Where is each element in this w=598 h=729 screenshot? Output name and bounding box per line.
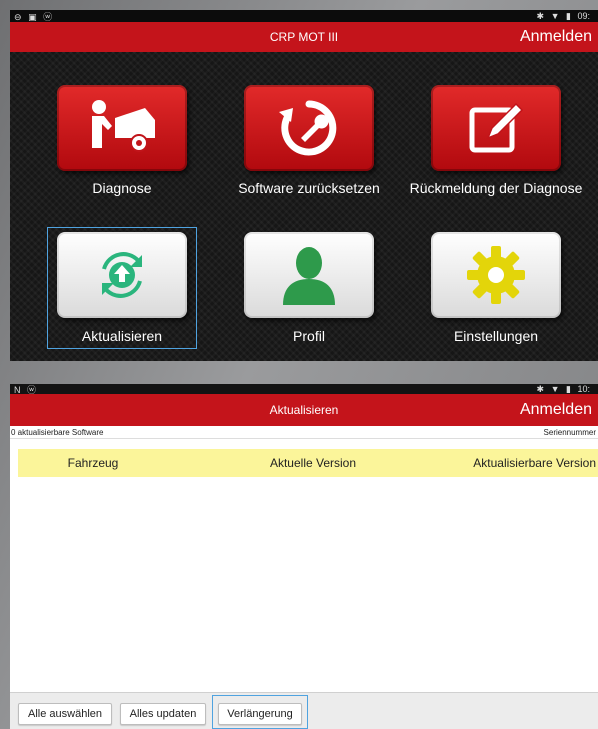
column-header-updatable-version: Aktualisierbare Version xyxy=(473,456,596,470)
table-header: Fahrzeug Aktuelle Version Aktualisierbar… xyxy=(18,449,598,477)
main-menu-screen: ⊖ ▣ ⓦ ✱ ▼ ▮ 09: CRP MOT III Anmelden Dia… xyxy=(10,10,598,361)
tile-label: Profil xyxy=(293,328,325,344)
notification-icon: ▣ xyxy=(28,11,37,22)
notification-icon: ⓦ xyxy=(43,11,53,22)
wifi-icon: ▼ xyxy=(550,384,560,394)
tile-label: Rückmeldung der Diagnose xyxy=(409,180,583,196)
update-all-button[interactable]: Alles updaten xyxy=(120,703,206,725)
updatable-count: 0 aktualisierbare Software xyxy=(11,427,104,437)
software-list xyxy=(10,477,598,693)
extension-button[interactable]: Verlängerung xyxy=(218,703,302,725)
tile-label: Diagnose xyxy=(92,180,152,196)
update-button[interactable] xyxy=(57,232,187,318)
tile-label: Einstellungen xyxy=(453,328,539,344)
serial-number-label[interactable]: Seriennummer xyxy=(544,428,596,437)
reset-wrench-icon xyxy=(279,100,337,156)
profile-button[interactable] xyxy=(244,232,374,318)
notification-icon: N xyxy=(14,384,21,395)
clock: 10: xyxy=(577,384,590,394)
settings-gear-icon xyxy=(467,246,525,304)
app-title: CRP MOT III xyxy=(269,30,339,44)
signin-link[interactable]: Anmelden xyxy=(520,401,592,419)
notification-icon: ⓦ xyxy=(27,384,37,395)
battery-icon: ▮ xyxy=(566,384,571,394)
status-bar: N ⓦ ✱ ▼ ▮ 10: xyxy=(10,384,598,395)
tile-label: Software zurücksetzen xyxy=(238,180,380,196)
signin-link[interactable]: Anmelden xyxy=(520,28,592,46)
diagnosis-feedback-button[interactable] xyxy=(431,85,561,171)
settings-button[interactable] xyxy=(431,232,561,318)
notification-icon: ⊖ xyxy=(14,11,22,22)
software-reset-button[interactable] xyxy=(244,85,374,171)
clock: 09: xyxy=(577,10,590,21)
update-arrow-icon xyxy=(102,252,142,298)
bottom-action-bar: Alle auswählen Alles updaten Verlängerun… xyxy=(10,692,598,729)
update-screen: N ⓦ ✱ ▼ ▮ 10: Aktualisieren Anmelden 0 a… xyxy=(10,384,598,729)
user-profile-icon xyxy=(283,247,335,305)
sub-header: 0 aktualisierbare Software Seriennummer xyxy=(10,426,598,439)
battery-icon: ▮ xyxy=(566,10,571,21)
mechanic-car-icon xyxy=(92,100,155,152)
diagnose-button[interactable] xyxy=(57,85,187,171)
bluetooth-icon: ✱ xyxy=(536,10,545,21)
column-header-vehicle: Fahrzeug xyxy=(67,456,119,470)
status-bar: ⊖ ▣ ⓦ ✱ ▼ ▮ 09: xyxy=(10,10,598,22)
edit-pencil-icon xyxy=(469,102,524,153)
wifi-icon: ▼ xyxy=(550,10,560,21)
tile-label: Aktualisieren xyxy=(81,328,163,344)
app-bar: Aktualisieren Anmelden xyxy=(10,394,598,426)
select-all-button[interactable]: Alle auswählen xyxy=(18,703,112,725)
bluetooth-icon: ✱ xyxy=(536,384,545,394)
page-title: Aktualisieren xyxy=(269,403,339,417)
column-header-current-version: Aktuelle Version xyxy=(269,456,357,470)
app-bar: CRP MOT III Anmelden xyxy=(10,22,598,52)
